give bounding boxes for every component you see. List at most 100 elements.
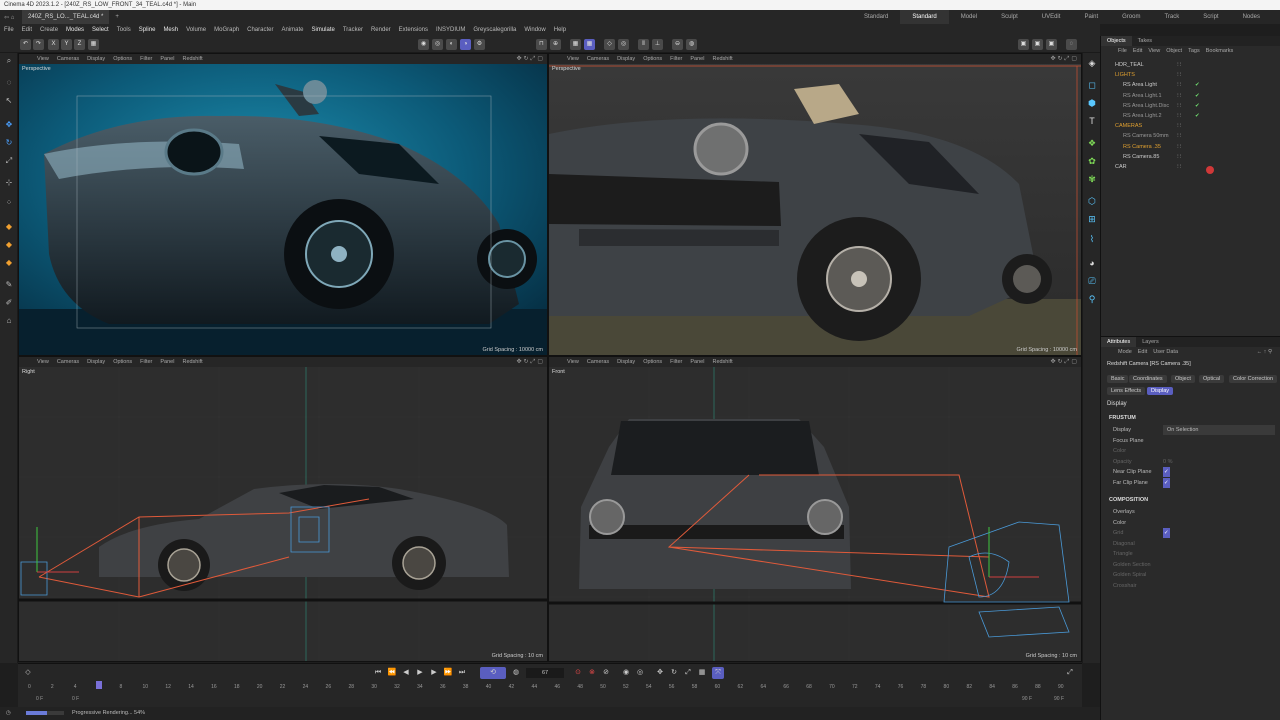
menu-item[interactable]: Greyscalegorilla — [469, 24, 520, 36]
key-scale-icon[interactable]: ✥ — [654, 667, 666, 679]
menu-item[interactable]: Tools — [113, 24, 135, 36]
layout-tab[interactable]: Track — [1152, 10, 1191, 24]
object-row[interactable]: RS Camera .35 ⁝⁝ — [1115, 142, 1280, 152]
nav-arrows-icon[interactable]: ← ↑ ⚲ — [1254, 347, 1275, 357]
axis-x-icon[interactable]: X — [48, 39, 59, 50]
menu-item[interactable]: Animate — [277, 24, 307, 36]
snap-settings-icon[interactable]: ⊕ — [550, 39, 561, 50]
menu-item[interactable]: Tracker — [339, 24, 367, 36]
layout-tab[interactable]: Script — [1191, 10, 1230, 24]
add-tab-icon[interactable]: + — [109, 14, 119, 20]
objects-menu-tags[interactable]: Tags — [1185, 46, 1203, 56]
render-active-view-icon[interactable]: ▣ — [1018, 39, 1029, 50]
menu-cameras[interactable]: Cameras — [583, 357, 613, 367]
key-rotation-icon[interactable]: ◎ — [634, 667, 646, 679]
tab-takes[interactable]: Takes — [1132, 36, 1158, 46]
menu-item[interactable]: Help — [550, 24, 570, 36]
attr-tab-lens-effects[interactable]: Lens Effects — [1107, 387, 1146, 395]
primitive-icon[interactable]: ⬢ — [1086, 97, 1098, 109]
attribute-value[interactable]: ✓ — [1163, 477, 1170, 488]
layout-tab[interactable]: New Layouts — [1272, 10, 1280, 24]
timeline-ruler[interactable]: 0246810121416182022242628303234363840424… — [18, 682, 1082, 694]
objects-menu-edit[interactable]: Edit — [1130, 46, 1145, 56]
render-view-icon[interactable]: ◉ — [418, 39, 429, 50]
menu-item[interactable]: Render — [367, 24, 395, 36]
menu-filter[interactable]: Filter — [136, 357, 156, 367]
viewport-perspective-render[interactable]: View Cameras Display Options Filter Pane… — [18, 53, 548, 356]
objects-menu-file[interactable]: File — [1115, 46, 1130, 56]
layout-tab[interactable]: Paint — [1072, 10, 1110, 24]
menu-filter[interactable]: Filter — [136, 54, 156, 64]
menu-item[interactable]: Mesh — [159, 24, 182, 36]
visibility-dots-icon[interactable]: ⁝⁝ — [1177, 162, 1183, 172]
move-icon[interactable]: ✥ — [3, 119, 15, 131]
lock-icon[interactable]: ⌂ — [3, 315, 15, 327]
menu-item[interactable]: Volume — [182, 24, 210, 36]
object-row[interactable]: CAMERAS ⁝⁝ — [1115, 121, 1280, 131]
live-selection-icon[interactable]: ◌ — [3, 77, 15, 89]
menu-item[interactable]: MoGraph — [210, 24, 243, 36]
camera-icon[interactable]: ⎚ — [1086, 275, 1098, 287]
object-row[interactable]: RS Camera 50mm ⁝⁝ — [1115, 131, 1280, 141]
viewport-solo-icon[interactable]: ◎ — [618, 39, 629, 50]
menu-redshift[interactable]: Redshift — [178, 357, 206, 367]
menu-panel[interactable]: Panel — [686, 54, 708, 64]
menu-options[interactable]: Options — [109, 357, 136, 367]
layout-tab[interactable]: Nodes — [1231, 10, 1272, 24]
viewport-right[interactable]: View Cameras Display Options Filter Pane… — [18, 356, 548, 662]
viewport-nav-icons[interactable]: ✥↻⤢▢ — [1050, 55, 1079, 63]
menu-item[interactable]: Select — [88, 24, 113, 36]
prev-key-icon[interactable]: ⏪ — [386, 667, 398, 679]
attribute-row[interactable]: Overlays — [1113, 507, 1280, 517]
loop-icon[interactable]: ⟲ — [480, 667, 506, 679]
menu-options[interactable]: Options — [639, 357, 666, 367]
viewport-nav-icons[interactable]: ✥↻⤢▢ — [516, 358, 545, 366]
go-to-start-icon[interactable]: ⏮ — [372, 667, 384, 679]
attribute-row[interactable]: Color — [1113, 518, 1280, 528]
snap-icon[interactable]: ⊓ — [536, 39, 547, 50]
visibility-dots-icon[interactable]: ⁝⁝ — [1177, 80, 1183, 90]
polygons-mode-icon[interactable]: ◆ — [3, 239, 15, 251]
axis-y-icon[interactable]: Y — [61, 39, 72, 50]
document-tab[interactable]: 240Z_RS_LO..._TEAL.c4d * — [22, 10, 110, 24]
tab-layers[interactable]: Layers — [1136, 337, 1165, 347]
enabled-check-icon[interactable]: ✔ — [1195, 101, 1200, 111]
enabled-check-icon[interactable]: ✔ — [1195, 80, 1200, 90]
range-current-start[interactable]: 0 F — [72, 696, 79, 702]
tab-attributes[interactable]: Attributes — [1101, 337, 1137, 347]
search-icon[interactable]: ⌕ — [3, 55, 15, 67]
menu-item[interactable]: Create — [36, 24, 62, 36]
paint-icon[interactable]: ✐ — [3, 297, 15, 309]
tab-objects[interactable]: Objects — [1101, 36, 1132, 46]
object-row[interactable]: RS Area Light.2 ⁝⁝ ✔ — [1115, 111, 1280, 121]
next-frame-icon[interactable]: ▶ — [428, 667, 440, 679]
menu-panel[interactable]: Panel — [686, 357, 708, 367]
objects-menu-view[interactable]: View — [1145, 46, 1163, 56]
object-row[interactable]: RS Area Light.1 ⁝⁝ ✔ — [1115, 91, 1280, 101]
menu-options[interactable]: Options — [639, 54, 666, 64]
menu-cameras[interactable]: Cameras — [53, 357, 83, 367]
visibility-dots-icon[interactable]: ⁝⁝ — [1177, 131, 1183, 141]
grid-icon[interactable]: ▦ — [584, 39, 595, 50]
keyframe-icon[interactable]: ◇ — [22, 667, 34, 679]
visibility-dots-icon[interactable]: ⁝⁝ — [1177, 70, 1183, 80]
scale-icon[interactable]: ⤢ — [3, 155, 15, 167]
menu-item[interactable]: Character — [243, 24, 277, 36]
go-to-end-icon[interactable]: ⏭ — [456, 667, 468, 679]
attribute-value[interactable]: ✓ — [1163, 528, 1170, 538]
light-icon[interactable]: ⚲ — [1086, 293, 1098, 305]
menu-item[interactable]: Modes — [62, 24, 88, 36]
brush-icon[interactable]: ✎ — [3, 279, 15, 291]
deformer-object-icon[interactable]: ⬡ — [1086, 195, 1098, 207]
timeline-expand-icon[interactable]: ⤢ — [1064, 667, 1076, 679]
render-queue-icon[interactable]: ▣ — [1032, 39, 1043, 50]
field-icon[interactable]: ⊞ — [1086, 213, 1098, 225]
menu-redshift[interactable]: Redshift — [708, 357, 736, 367]
attribute-value[interactable]: On Selection — [1163, 425, 1275, 435]
cube-icon[interactable]: ◻ — [1086, 79, 1098, 91]
keyframe-selection-icon[interactable]: ⊘ — [600, 667, 612, 679]
next-key-icon[interactable]: ⏩ — [442, 667, 454, 679]
layout-tab[interactable]: Sculpt — [989, 10, 1030, 24]
object-row[interactable]: RS Area Light.Disc ⁝⁝ ✔ — [1115, 101, 1280, 111]
edges-mode-icon[interactable]: ◆ — [3, 221, 15, 233]
